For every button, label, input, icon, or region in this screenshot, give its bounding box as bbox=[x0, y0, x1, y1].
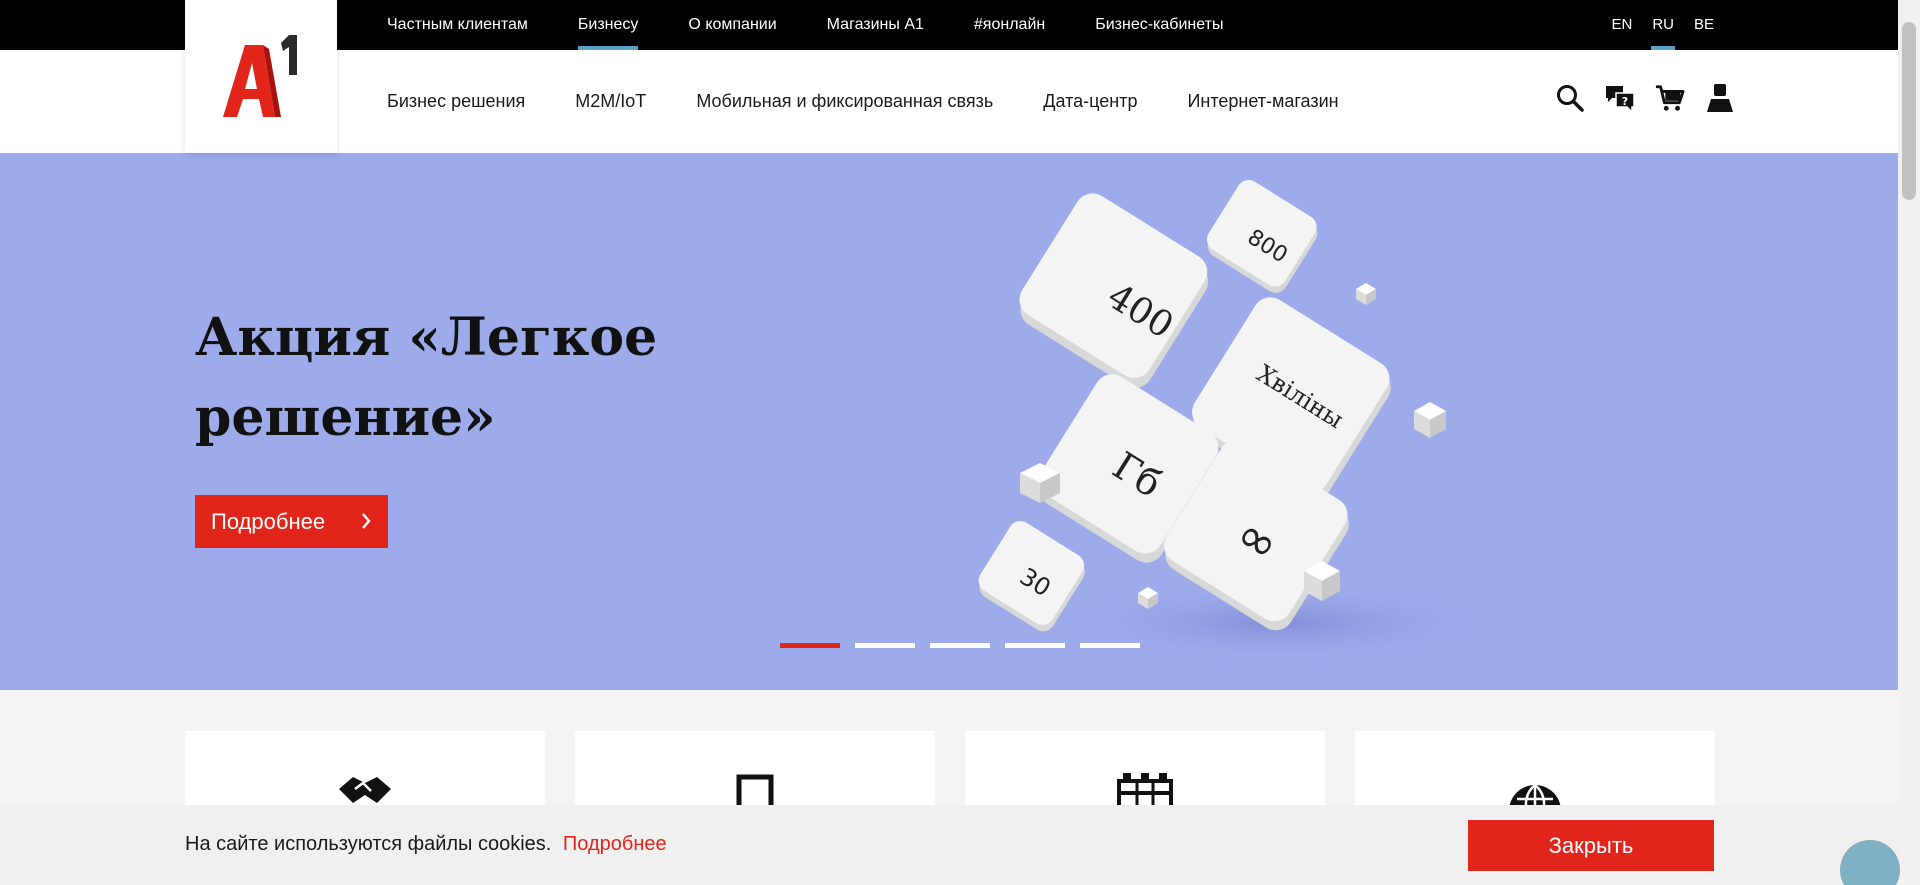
svg-text:?: ? bbox=[1622, 95, 1628, 108]
logo[interactable] bbox=[185, 0, 337, 153]
top-nav-business[interactable]: Бизнесу bbox=[577, 0, 638, 50]
top-nav: Частным клиентам Бизнесу О компании Мага… bbox=[387, 0, 1273, 50]
user-icon[interactable] bbox=[1705, 82, 1735, 114]
slider-dot-2[interactable] bbox=[855, 643, 915, 648]
language-switcher: EN RU BE bbox=[1591, 0, 1714, 50]
hero-more-label: Подробнее bbox=[211, 508, 326, 534]
search-icon[interactable] bbox=[1555, 82, 1585, 114]
cookie-text-wrap: На сайте используются файлы cookies. Под… bbox=[185, 833, 667, 856]
main-nav-mobile-fixed[interactable]: Мобильная и фиксированная связь bbox=[696, 91, 993, 112]
slider-dot-5[interactable] bbox=[1080, 643, 1140, 648]
hero-title: Акция «Легкое решение» bbox=[195, 307, 658, 448]
main-nav-m2m-iot[interactable]: M2M/IoT bbox=[575, 91, 646, 112]
scrollbar-thumb[interactable] bbox=[1902, 22, 1916, 200]
header-icons: ? bbox=[1555, 82, 1735, 114]
top-nav-online[interactable]: #яонлайн bbox=[974, 0, 1045, 50]
main-nav-data-center[interactable]: Дата-центр bbox=[1043, 91, 1137, 112]
slider-dot-1[interactable] bbox=[780, 643, 840, 648]
main-nav-online-store[interactable]: Интернет-магазин bbox=[1187, 91, 1338, 112]
slider-dot-3[interactable] bbox=[930, 643, 990, 648]
page-scrollbar[interactable] bbox=[1898, 0, 1920, 885]
slider-dot-4[interactable] bbox=[1005, 643, 1065, 648]
main-nav-business-solutions[interactable]: Бизнес решения bbox=[387, 91, 525, 112]
main-nav: Бизнес решения M2M/IoT Мобильная и фикси… bbox=[387, 50, 1389, 153]
lang-ru[interactable]: RU bbox=[1651, 0, 1675, 50]
cookie-banner: На сайте используются файлы cookies. Под… bbox=[0, 805, 1898, 885]
lang-en[interactable]: EN bbox=[1611, 0, 1632, 50]
hero-more-button[interactable]: Подробнее bbox=[195, 495, 388, 548]
chevron-right-icon bbox=[362, 513, 371, 529]
top-nav-private-clients[interactable]: Частным клиентам bbox=[387, 0, 528, 50]
cookie-close-button[interactable]: Закрыть bbox=[1468, 820, 1714, 871]
top-nav-stores[interactable]: Магазины А1 bbox=[827, 0, 924, 50]
cart-icon[interactable] bbox=[1655, 82, 1685, 114]
lang-be[interactable]: BE bbox=[1694, 0, 1714, 50]
cookie-text: На сайте используются файлы cookies. bbox=[185, 833, 552, 855]
puzzle-illustration: 400 800 Хвіліны Гб ∞ 30 bbox=[978, 179, 1500, 663]
slider-dots bbox=[780, 643, 1140, 648]
top-nav-about[interactable]: О компании bbox=[688, 0, 776, 50]
hero-banner: Акция «Легкое решение» Подробнее 400 800 bbox=[0, 153, 1898, 690]
chat-question-icon[interactable]: ? bbox=[1605, 82, 1635, 114]
a1-logo-icon bbox=[223, 34, 297, 117]
top-nav-business-cabinets[interactable]: Бизнес-кабинеты bbox=[1095, 0, 1223, 50]
cookie-more-link[interactable]: Подробнее bbox=[563, 833, 667, 855]
